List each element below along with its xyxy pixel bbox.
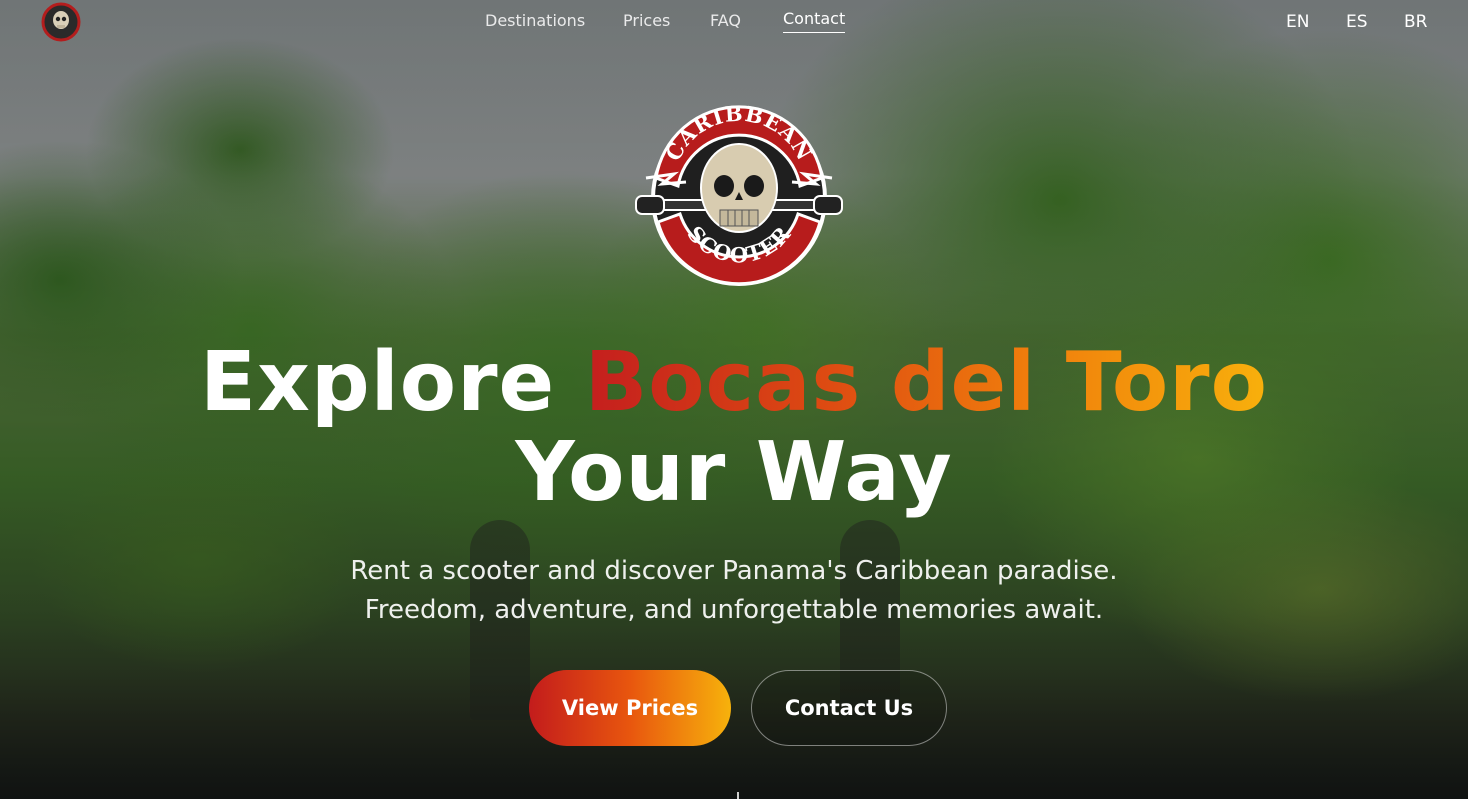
subtitle-line1: Rent a scooter and discover Panama's Car… xyxy=(350,556,1118,586)
nav-faq[interactable]: FAQ xyxy=(710,11,741,30)
view-prices-button[interactable]: View Prices xyxy=(529,670,731,746)
nav-prices[interactable]: Prices xyxy=(623,11,670,30)
skull-logo-icon: CARIBBEAN SCOOTER xyxy=(635,101,843,286)
lang-en[interactable]: EN xyxy=(1286,12,1309,32)
hero-subtitle: Rent a scooter and discover Panama's Car… xyxy=(0,552,1468,630)
nav-contact[interactable]: Contact xyxy=(783,9,846,33)
lang-es[interactable]: ES xyxy=(1346,12,1368,32)
headline-line2: Your Way xyxy=(515,425,953,520)
hero-headline: Explore Bocas del Toro Your Way xyxy=(0,338,1468,518)
skull-logo-icon xyxy=(41,2,81,42)
top-navigation: Destinations Prices FAQ Contact EN ES BR xyxy=(0,0,1468,44)
subtitle-line2: Freedom, adventure, and unforgettable me… xyxy=(364,595,1104,625)
scroll-indicator[interactable] xyxy=(737,792,739,799)
nav-destinations[interactable]: Destinations xyxy=(485,11,585,30)
nav-logo[interactable] xyxy=(41,2,81,42)
headline-highlight: Bocas del Toro xyxy=(584,335,1268,430)
headline-plain: Explore xyxy=(200,335,556,430)
hero-logo: CARIBBEAN SCOOTER xyxy=(634,96,844,300)
contact-us-button[interactable]: Contact Us xyxy=(751,670,947,746)
lang-br[interactable]: BR xyxy=(1404,12,1427,32)
